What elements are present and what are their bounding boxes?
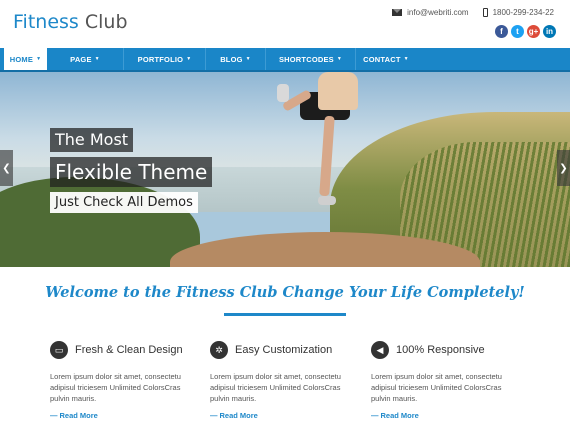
dash-icon: — [210, 411, 218, 420]
phone-icon [482, 8, 488, 17]
facebook-icon[interactable]: f [495, 25, 508, 38]
nav-item-contact[interactable]: CONTACT ▼ [356, 48, 416, 70]
nav-item-page[interactable]: PAGE ▼ [47, 48, 124, 70]
feature-description: Lorem ipsum dolor sit amet, consectetu a… [50, 372, 181, 403]
read-more-label: Read More [219, 411, 258, 420]
nav-label: HOME [9, 54, 34, 64]
slider-next-arrow-icon[interactable]: ❯ [557, 150, 570, 186]
hero-slider: The Most Flexible Theme Just Check All D… [0, 72, 570, 267]
feature-easy-customization: ✲ Easy Customization Lorem ipsum dolor s… [210, 341, 360, 420]
nav-label: CONTACT [363, 54, 401, 64]
feature-title: 100% Responsive [396, 344, 485, 356]
caret-down-icon: ▼ [36, 56, 42, 62]
caret-down-icon: ▼ [94, 56, 100, 62]
feature-description: Lorem ipsum dolor sit amet, consectetu a… [371, 372, 502, 403]
slider-prev-arrow-icon[interactable]: ❮ [0, 150, 13, 186]
nav-item-home[interactable]: HOME ▼ [4, 48, 47, 70]
social-links: f t g+ in [495, 25, 556, 38]
feature-title: Fresh & Clean Design [75, 344, 183, 356]
runner-torso [318, 72, 358, 110]
email-contact[interactable]: info@webriti.com [392, 8, 469, 17]
nav-item-portfolio[interactable]: PORTFOLIO ▼ [124, 48, 206, 70]
megaphone-icon: ◀ [371, 341, 389, 359]
nav-label: PORTFOLIO [137, 54, 184, 64]
nav-item-blog[interactable]: BLOG ▼ [206, 48, 266, 70]
caret-down-icon: ▼ [245, 56, 251, 62]
read-more-link[interactable]: — Read More [371, 411, 521, 420]
google-plus-icon[interactable]: g+ [527, 25, 540, 38]
hero-caption-line2: Flexible Theme [50, 157, 213, 187]
mail-icon [392, 9, 403, 16]
gear-icon: ✲ [210, 341, 228, 359]
heading-divider [224, 313, 346, 316]
nav-item-shortcodes[interactable]: SHORTCODES ▼ [266, 48, 356, 70]
caret-down-icon: ▼ [336, 56, 343, 62]
email-text: info@webriti.com [407, 8, 469, 17]
read-more-label: Read More [59, 411, 98, 420]
feature-fresh-design: ▭ Fresh & Clean Design Lorem ipsum dolor… [50, 341, 200, 420]
welcome-heading: Welcome to the Fitness Club Change Your … [45, 284, 525, 301]
logo-text-secondary: Club [84, 11, 128, 33]
caret-down-icon: ▼ [186, 56, 192, 62]
site-logo[interactable]: Fitness Club [13, 10, 128, 34]
read-more-link[interactable]: — Read More [210, 411, 360, 420]
runner-shoe-raised [277, 84, 289, 102]
dash-icon: — [371, 411, 379, 420]
feature-description: Lorem ipsum dolor sit amet, consectetu a… [210, 372, 341, 403]
nav-label: SHORTCODES [278, 54, 334, 64]
main-navigation: HOME ▼ PAGE ▼ PORTFOLIO ▼ BLOG ▼ SHORTCODES ▼… [0, 48, 570, 72]
hero-caption-line1: The Most [50, 128, 134, 152]
runner-shoe [318, 196, 336, 205]
site-header: Fitness Club info@webriti.com 1800-299-2… [0, 0, 570, 48]
caret-down-icon: ▼ [403, 56, 409, 62]
feature-responsive: ◀ 100% Responsive Lorem ipsum dolor sit … [371, 341, 521, 420]
twitter-icon[interactable]: t [511, 25, 524, 38]
phone-text: 1800-299-234-22 [492, 8, 554, 17]
hero-caption-cta[interactable]: Just Check All Demos [50, 192, 198, 213]
linkedin-icon[interactable]: in [543, 25, 556, 38]
phone-contact: 1800-299-234-22 [482, 8, 554, 17]
dash-icon: — [50, 411, 58, 420]
read-more-link[interactable]: — Read More [50, 411, 200, 420]
logo-text-primary: Fitness [13, 11, 79, 33]
nav-label: PAGE [70, 54, 92, 64]
read-more-label: Read More [380, 411, 419, 420]
monitor-icon: ▭ [50, 341, 68, 359]
feature-title: Easy Customization [235, 344, 333, 356]
contact-info: info@webriti.com 1800-299-234-22 [392, 8, 554, 17]
nav-label: BLOG [220, 54, 243, 64]
